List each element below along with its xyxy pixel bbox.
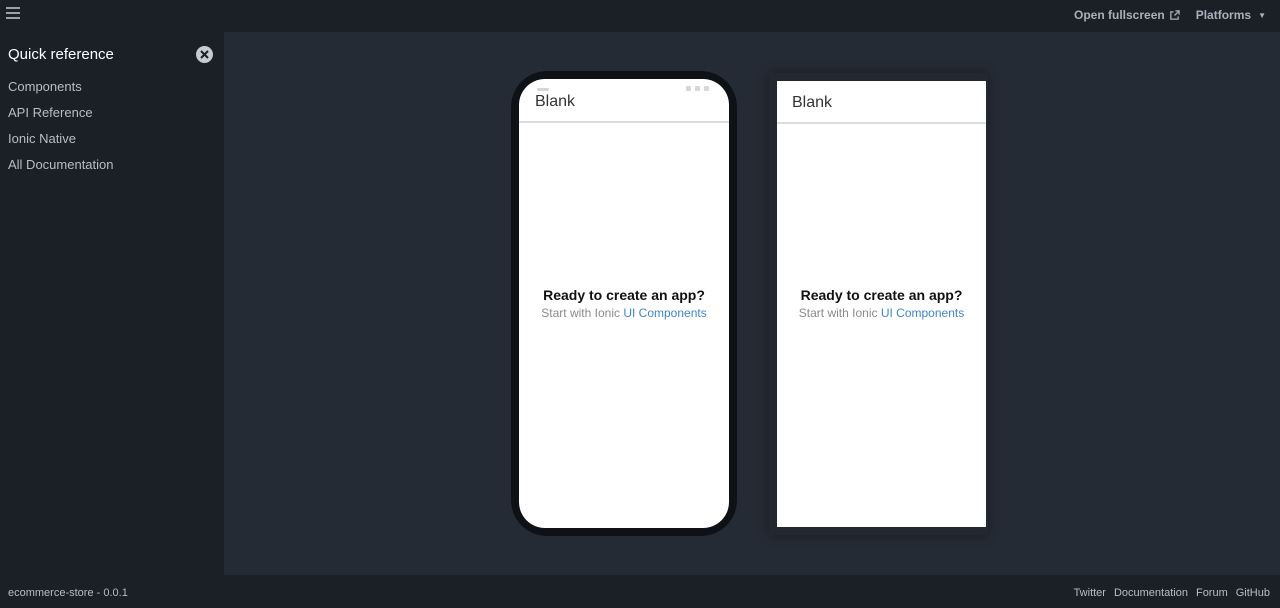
close-icon[interactable] bbox=[196, 46, 213, 63]
android-device-frame: Blank Ready to create an app? Start with… bbox=[769, 73, 988, 535]
status-bar-time bbox=[537, 88, 549, 91]
sidebar-item-api-reference[interactable]: API Reference bbox=[8, 104, 114, 130]
footer: ecommerce-store - 0.0.1 Twitter Document… bbox=[0, 575, 1280, 608]
project-version: ecommerce-store - 0.0.1 bbox=[8, 587, 128, 599]
open-fullscreen-label: Open fullscreen bbox=[1074, 8, 1165, 22]
platforms-dropdown[interactable]: Platforms ▼ bbox=[1196, 8, 1266, 22]
caret-down-icon: ▼ bbox=[1258, 10, 1266, 20]
android-subtext: Start with Ionic UI Components bbox=[777, 306, 986, 320]
footer-link-twitter[interactable]: Twitter bbox=[1074, 587, 1106, 599]
sidebar: Quick reference Components API Reference… bbox=[0, 32, 224, 575]
android-subtext-label: Start with Ionic bbox=[798, 306, 878, 320]
status-bar-icons bbox=[686, 86, 709, 91]
external-link-icon bbox=[1169, 9, 1180, 20]
footer-link-forum[interactable]: Forum bbox=[1196, 587, 1228, 599]
android-content: Ready to create an app? Start with Ionic… bbox=[777, 287, 986, 320]
sidebar-item-components[interactable]: Components bbox=[8, 78, 114, 104]
ios-subtext-label: Start with Ionic bbox=[541, 306, 620, 320]
ios-heading: Ready to create an app? bbox=[543, 287, 705, 303]
android-app-title: Blank bbox=[792, 94, 833, 111]
android-screen[interactable]: Blank Ready to create an app? Start with… bbox=[777, 81, 986, 527]
open-fullscreen-button[interactable]: Open fullscreen bbox=[1074, 8, 1180, 22]
top-actions: Open fullscreen Platforms ▼ bbox=[1074, 8, 1266, 22]
ios-app-title: Blank bbox=[535, 93, 576, 110]
sidebar-item-all-documentation[interactable]: All Documentation bbox=[8, 156, 114, 182]
ios-content: Ready to create an app? Start with Ionic… bbox=[519, 287, 729, 320]
sidebar-nav: Components API Reference Ionic Native Al… bbox=[8, 78, 114, 182]
sidebar-title: Quick reference bbox=[8, 46, 114, 63]
footer-link-github[interactable]: GitHub bbox=[1236, 587, 1270, 599]
ios-ui-components-link[interactable]: UI Components bbox=[623, 306, 706, 320]
android-app-header: Blank bbox=[777, 81, 986, 124]
top-bar: Open fullscreen Platforms ▼ bbox=[0, 0, 1280, 32]
preview-area: Blank Ready to create an app? Start with… bbox=[224, 32, 1280, 575]
android-ui-components-link[interactable]: UI Components bbox=[881, 306, 964, 320]
android-heading: Ready to create an app? bbox=[800, 287, 963, 303]
ios-screen[interactable]: Blank Ready to create an app? Start with… bbox=[519, 79, 729, 528]
platforms-label: Platforms bbox=[1195, 8, 1252, 22]
ios-app-header: Blank bbox=[519, 79, 729, 123]
ios-device-frame: Blank Ready to create an app? Start with… bbox=[511, 71, 737, 536]
hamburger-icon[interactable] bbox=[6, 7, 20, 19]
ios-subtext: Start with Ionic UI Components bbox=[519, 306, 729, 320]
sidebar-item-ionic-native[interactable]: Ionic Native bbox=[8, 130, 114, 156]
footer-links: Twitter Documentation Forum GitHub bbox=[1074, 587, 1270, 599]
footer-link-documentation[interactable]: Documentation bbox=[1114, 587, 1188, 599]
